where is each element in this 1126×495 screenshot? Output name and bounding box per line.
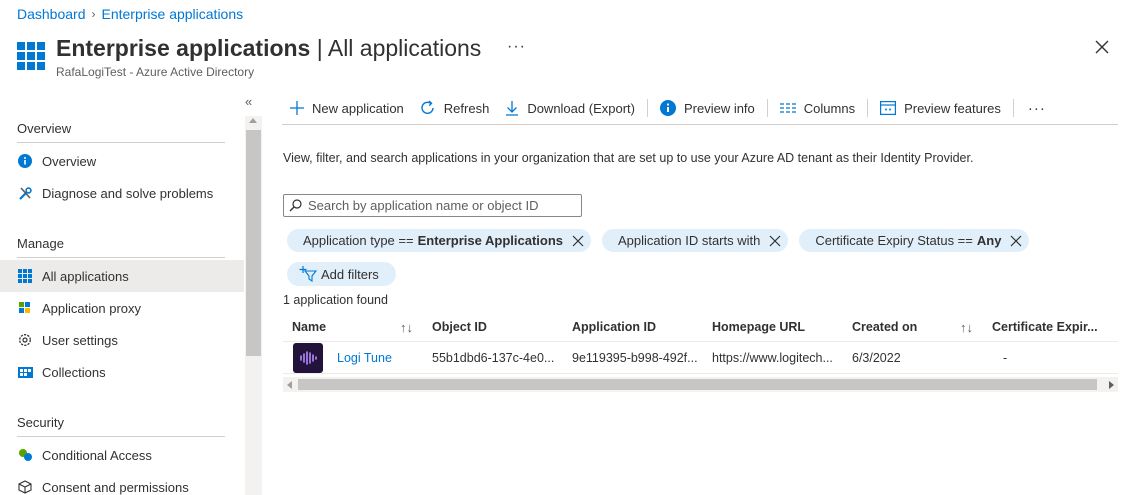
applications-table: Name ↑↓ Object ID Application ID Homepag… xyxy=(283,313,1118,374)
sidebar-item-user-settings[interactable]: User settings xyxy=(0,324,244,356)
page-subtitle: RafaLogiTest - Azure Active Directory xyxy=(56,65,255,79)
refresh-icon xyxy=(421,100,434,114)
add-filter-icon xyxy=(299,266,317,282)
columns-icon xyxy=(779,103,796,113)
sidebar-section-manage: Manage xyxy=(17,236,64,251)
collapse-sidebar-button[interactable]: « xyxy=(245,94,252,109)
cube-icon xyxy=(17,479,33,495)
close-icon[interactable] xyxy=(768,234,782,248)
column-header-object-id[interactable]: Object ID xyxy=(423,320,563,334)
sidebar-section-security: Security xyxy=(17,415,64,430)
info-icon xyxy=(659,100,676,116)
logi-tune-logo xyxy=(293,342,323,373)
sidebar: « Overview Overview Diagnose and solve p… xyxy=(0,92,262,495)
column-header-certificate-expiry[interactable]: Certificate Expir... xyxy=(983,320,1118,334)
column-header-created-on[interactable]: Created on ↑↓ xyxy=(843,320,983,335)
table-header: Name ↑↓ Object ID Application ID Homepag… xyxy=(283,313,1118,342)
download-export-button[interactable]: Download (Export) xyxy=(497,94,643,122)
sidebar-item-diagnose[interactable]: Diagnose and solve problems xyxy=(0,177,244,209)
table-scroll-thumb[interactable] xyxy=(298,379,1097,390)
command-bar: New application Refresh Download (Export… xyxy=(282,92,1118,125)
close-icon[interactable] xyxy=(1093,38,1111,56)
plus-icon xyxy=(290,101,304,115)
title-more-button[interactable]: ··· xyxy=(507,38,526,56)
sidebar-item-all-applications[interactable]: All applications xyxy=(0,260,244,292)
new-application-button[interactable]: New application xyxy=(282,94,412,122)
app-link-logi-tune[interactable]: Logi Tune xyxy=(337,351,392,365)
filter-pill-application-type[interactable]: Application type == Enterprise Applicati… xyxy=(287,229,592,252)
sidebar-section-overview: Overview xyxy=(17,121,72,136)
gear-icon xyxy=(17,332,33,348)
search-box[interactable] xyxy=(283,194,582,217)
refresh-button[interactable]: Refresh xyxy=(412,94,498,122)
columns-button[interactable]: Columns xyxy=(772,94,863,122)
page-title: Enterprise applications | All applicatio… xyxy=(56,35,482,61)
conditional-access-icon xyxy=(17,447,33,463)
cell-homepage-url: https://www.logitech... xyxy=(712,350,833,365)
cell-certificate-expiry: - xyxy=(1003,350,1008,365)
breadcrumb: Dashboard › Enterprise applications xyxy=(17,6,243,22)
sort-icon[interactable]: ↑↓ xyxy=(960,320,973,335)
add-filters-button[interactable]: Add filters xyxy=(287,262,396,286)
scroll-left-arrow-icon[interactable] xyxy=(287,381,292,389)
column-header-name[interactable]: Name ↑↓ xyxy=(283,320,423,335)
cell-object-id: 55b1dbd6-137c-4e0... xyxy=(432,350,555,365)
search-icon xyxy=(289,199,302,212)
page-description: View, filter, and search applications in… xyxy=(283,151,974,165)
search-input[interactable] xyxy=(308,198,568,213)
scroll-up-arrow-icon[interactable] xyxy=(249,118,257,123)
sidebar-item-overview[interactable]: Overview xyxy=(0,145,244,177)
table-horizontal-scrollbar[interactable] xyxy=(283,377,1118,392)
result-count: 1 application found xyxy=(283,293,388,307)
filter-pills: Application type == Enterprise Applicati… xyxy=(287,229,1030,252)
column-header-homepage-url[interactable]: Homepage URL xyxy=(703,320,843,334)
sidebar-item-consent-permissions[interactable]: Consent and permissions xyxy=(0,471,244,495)
sidebar-item-collections[interactable]: Collections xyxy=(0,356,244,388)
close-icon[interactable] xyxy=(1009,234,1023,248)
grid-icon xyxy=(17,268,33,284)
breadcrumb-dashboard[interactable]: Dashboard xyxy=(17,6,86,22)
preview-features-icon xyxy=(880,101,897,115)
sidebar-item-application-proxy[interactable]: Application proxy xyxy=(0,292,244,324)
filter-pill-application-id[interactable]: Application ID starts with xyxy=(602,229,789,252)
close-icon[interactable] xyxy=(571,234,585,248)
collections-icon xyxy=(17,364,33,380)
filter-pill-certificate-expiry[interactable]: Certificate Expiry Status == Any xyxy=(799,229,1030,252)
app-grid-icon xyxy=(17,42,45,70)
table-row[interactable]: Logi Tune 55b1dbd6-137c-4e0... 9e119395-… xyxy=(283,342,1118,374)
chevron-right-icon: › xyxy=(91,7,96,21)
column-header-application-id[interactable]: Application ID xyxy=(563,320,703,334)
download-icon xyxy=(506,100,519,116)
cell-created-on: 6/3/2022 xyxy=(852,350,901,365)
info-icon xyxy=(17,153,33,169)
proxy-icon xyxy=(17,300,33,316)
preview-info-button[interactable]: Preview info xyxy=(652,94,763,122)
scroll-right-arrow-icon[interactable] xyxy=(1109,381,1114,389)
preview-features-button[interactable]: Preview features xyxy=(872,94,1009,122)
wrench-icon xyxy=(17,185,33,201)
sidebar-item-conditional-access[interactable]: Conditional Access xyxy=(0,439,244,471)
sort-icon[interactable]: ↑↓ xyxy=(400,320,413,335)
breadcrumb-enterprise-applications[interactable]: Enterprise applications xyxy=(102,6,244,22)
cell-application-id: 9e119395-b998-492f... xyxy=(572,350,698,365)
page-header: Enterprise applications | All applicatio… xyxy=(17,34,481,79)
toolbar-more-button[interactable]: ··· xyxy=(1018,94,1056,122)
sidebar-scroll-thumb[interactable] xyxy=(246,130,261,356)
sidebar-scrollbar[interactable] xyxy=(245,116,262,495)
